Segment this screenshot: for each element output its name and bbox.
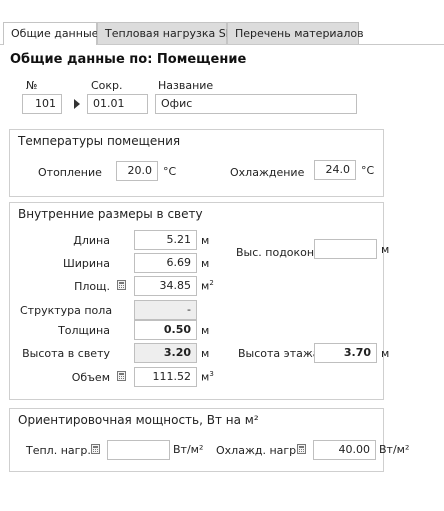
tab-heat-load[interactable]: Тепловая нагрузка SP bbox=[97, 22, 232, 44]
length-unit: м bbox=[201, 234, 210, 247]
cool-load-label: Охлажд. нагр. bbox=[216, 444, 300, 457]
tab-general[interactable]: Общие данные bbox=[3, 22, 98, 45]
number-field[interactable]: 101 bbox=[22, 94, 62, 114]
cooling-field[interactable]: 24.0 bbox=[314, 160, 356, 180]
sill-height-unit: м bbox=[381, 243, 390, 256]
abbr-label: Сокр. bbox=[91, 79, 123, 92]
heating-unit: °C bbox=[163, 165, 177, 178]
calculator-icon[interactable] bbox=[117, 371, 126, 381]
thickness-field[interactable]: 0.50 bbox=[134, 320, 197, 340]
floor-structure-label: Структура пола bbox=[20, 304, 113, 317]
floor-height-unit: м bbox=[381, 347, 390, 360]
volume-label: Объем bbox=[71, 371, 110, 384]
thickness-label: Толщина bbox=[58, 324, 110, 337]
heating-field[interactable]: 20.0 bbox=[116, 161, 158, 181]
length-label: Длина bbox=[73, 234, 110, 247]
clear-height-label: Высота в свету bbox=[22, 347, 110, 360]
clear-height-field: 3.20 bbox=[134, 343, 197, 363]
sill-height-label: Выс. подокон. bbox=[236, 246, 318, 259]
heating-label: Отопление bbox=[38, 166, 102, 179]
abbr-field[interactable]: 01.01 bbox=[87, 94, 148, 114]
width-unit: м bbox=[201, 257, 210, 270]
sill-height-field[interactable] bbox=[314, 239, 377, 259]
name-label: Название bbox=[158, 79, 214, 92]
calculator-icon[interactable] bbox=[297, 444, 306, 454]
area-unit: м2 bbox=[201, 279, 214, 293]
temperatures-title: Температуры помещения bbox=[18, 134, 181, 148]
tab-bar: Общие данные Тепловая нагрузка SP Перече… bbox=[0, 0, 444, 45]
calculator-icon[interactable] bbox=[91, 444, 100, 454]
calculator-icon[interactable] bbox=[117, 280, 126, 290]
page-title: Общие данные по: Помещение bbox=[10, 52, 247, 67]
heat-load-unit: Вт/м² bbox=[173, 443, 204, 456]
number-label: № bbox=[26, 79, 38, 92]
heat-load-field[interactable] bbox=[107, 440, 170, 460]
power-title: Ориентировочная мощность, Вт на м² bbox=[18, 413, 259, 427]
floor-structure-field: - bbox=[134, 300, 197, 320]
thickness-unit: м bbox=[201, 324, 210, 337]
tab-materials[interactable]: Перечень материалов bbox=[227, 22, 364, 44]
cooling-label: Охлаждение bbox=[230, 166, 305, 179]
area-label: Площ. bbox=[74, 280, 110, 293]
width-label: Ширина bbox=[63, 257, 110, 270]
arrow-right-icon bbox=[74, 99, 80, 109]
floor-height-field[interactable]: 3.70 bbox=[314, 343, 377, 363]
volume-field[interactable]: 111.52 bbox=[134, 367, 197, 387]
volume-unit: м3 bbox=[201, 370, 214, 384]
floor-height-label: Высота этажа bbox=[238, 347, 320, 360]
width-field[interactable]: 6.69 bbox=[134, 253, 197, 273]
clear-height-unit: м bbox=[201, 347, 210, 360]
cool-load-unit: Вт/м² bbox=[379, 443, 410, 456]
cool-load-field[interactable]: 40.00 bbox=[313, 440, 376, 460]
length-field[interactable]: 5.21 bbox=[134, 230, 197, 250]
name-field[interactable]: Офис bbox=[155, 94, 357, 114]
heat-load-label: Тепл. нагр. bbox=[26, 444, 91, 457]
dimensions-title: Внутренние размеры в свету bbox=[18, 207, 203, 221]
cooling-unit: °C bbox=[361, 164, 375, 177]
area-field[interactable]: 34.85 bbox=[134, 276, 197, 296]
